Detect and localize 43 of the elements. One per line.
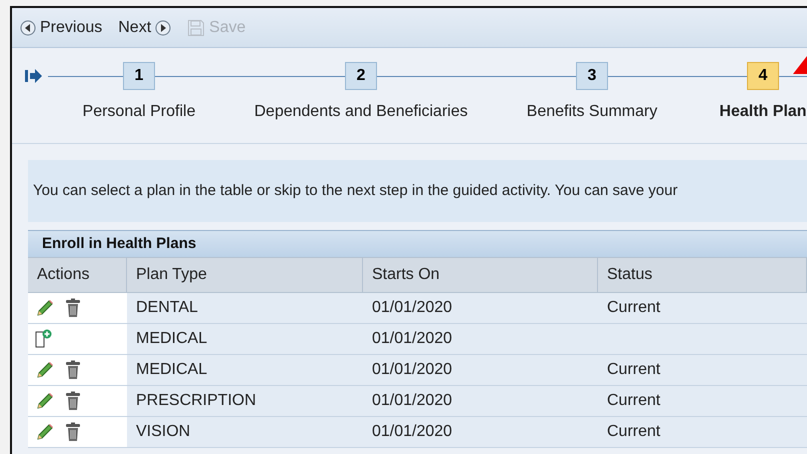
start-arrow-icon [25, 69, 43, 83]
arrow-tip-icon [793, 56, 807, 74]
step-number[interactable]: 1 [123, 62, 155, 90]
step-number[interactable]: 4 [747, 62, 779, 90]
column-header[interactable]: Actions [28, 258, 127, 292]
table-cell: MEDICAL [127, 355, 363, 385]
step-label[interactable]: Dependents and Beneficiaries [254, 100, 468, 124]
step-label[interactable]: Personal Profile [82, 100, 196, 124]
info-text: You can select a plan in the table or skip to the next step in the guided activity. You can save your [33, 180, 678, 201]
table-cell: 01/01/2020 [363, 355, 598, 385]
pencil-icon[interactable] [35, 422, 55, 442]
previous-button[interactable]: Previous [20, 16, 102, 40]
trash-icon[interactable] [65, 298, 81, 318]
trash-icon[interactable] [65, 391, 81, 411]
table-cell: VISION [127, 417, 363, 447]
step-number[interactable]: 3 [576, 62, 608, 90]
step-number[interactable]: 2 [345, 62, 377, 90]
next-button[interactable]: Next [118, 16, 172, 40]
table-cell: Current [598, 386, 807, 416]
pencil-icon[interactable] [35, 360, 55, 380]
column-header[interactable]: Plan Type [127, 258, 363, 292]
table-cell: 01/01/2020 [363, 386, 598, 416]
table-title: Enroll in Health Plans [42, 234, 196, 254]
table-cell: 01/01/2020 [363, 293, 598, 323]
column-header[interactable]: Status [598, 258, 807, 292]
table-cell: DENTAL [127, 293, 363, 323]
forward-icon [155, 20, 172, 36]
column-header[interactable]: Starts On [363, 258, 598, 292]
trash-icon[interactable] [65, 422, 81, 442]
table-cell: 01/01/2020 [363, 417, 598, 447]
step-label[interactable]: Benefits Summary [526, 100, 658, 124]
table-cell: Current [598, 293, 807, 323]
trash-icon[interactable] [65, 360, 81, 380]
step-label[interactable]: Health Plan [719, 100, 807, 124]
pencil-icon[interactable] [35, 391, 55, 411]
pencil-icon[interactable] [35, 298, 55, 318]
table-cell: 01/01/2020 [363, 324, 598, 354]
table-cell: PRESCRIPTION [127, 386, 363, 416]
table-cell: Current [598, 417, 807, 447]
back-icon [20, 20, 36, 36]
table-cell: Current [598, 355, 807, 385]
table-cell: MEDICAL [127, 324, 363, 354]
add-document-icon[interactable] [35, 329, 53, 349]
